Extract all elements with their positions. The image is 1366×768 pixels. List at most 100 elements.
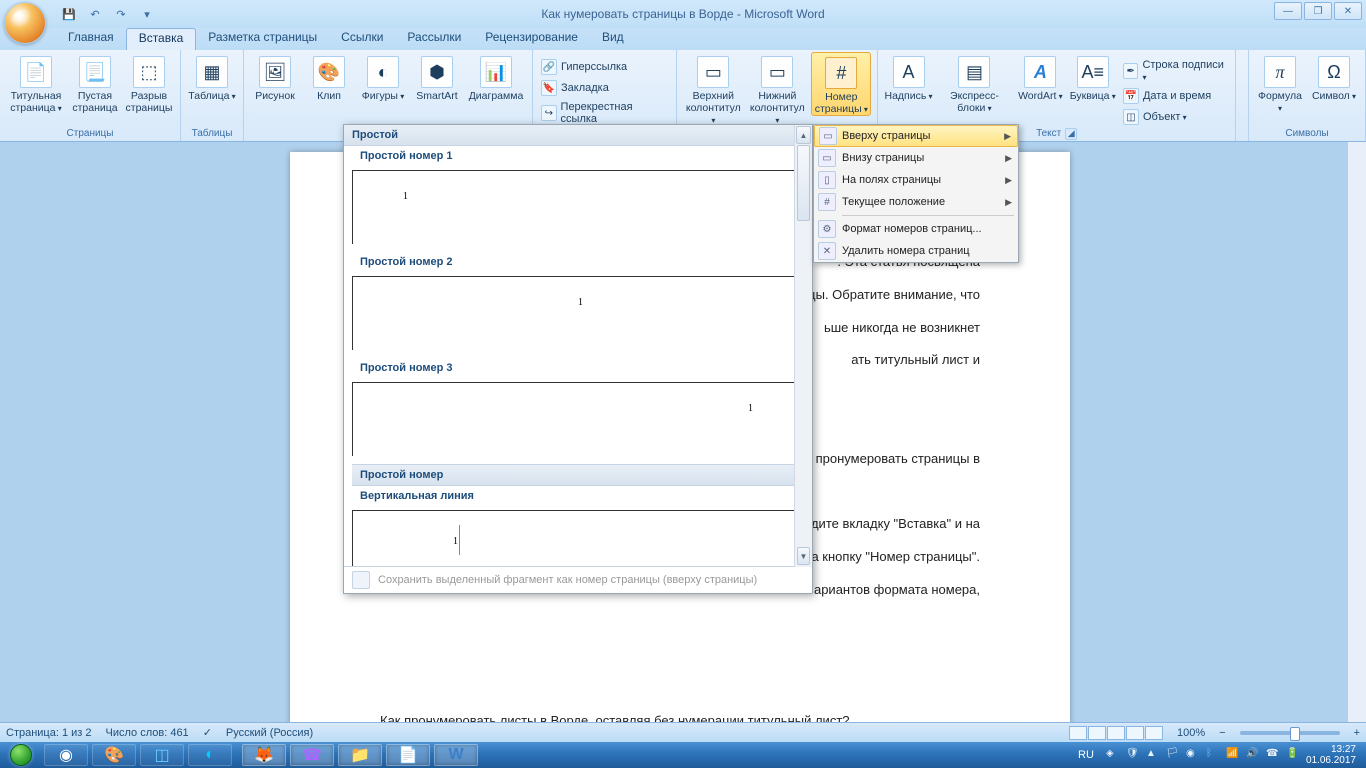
scroll-up-icon[interactable]: ▲ [796,126,811,144]
taskbar-word[interactable]: W [434,744,478,766]
menu-format-page-numbers[interactable]: ⚙Формат номеров страниц... [814,218,1018,240]
menu-page-margins[interactable]: ▯На полях страницы▶ [814,169,1018,191]
datetime-button[interactable]: 📅Дата и время [1121,87,1229,105]
close-button[interactable]: ✕ [1334,2,1362,20]
tab-insert[interactable]: Вставка [126,28,197,50]
page-break-icon: ⬚ [133,56,165,88]
view-print-layout[interactable] [1069,726,1087,740]
view-web-layout[interactable] [1107,726,1125,740]
object-button[interactable]: ◫Объект [1121,108,1229,126]
tab-mailings[interactable]: Рассылки [395,28,473,50]
page-margins-icon: ▯ [818,171,836,189]
taskbar-app2[interactable]: ◐ [188,744,232,766]
gallery-item-3[interactable]: 1 [352,382,804,456]
gallery-item-1[interactable]: 1 [352,170,804,244]
dropcap-button[interactable]: A≡Буквица [1069,52,1117,102]
maximize-button[interactable]: ❐ [1304,2,1332,20]
shapes-button[interactable]: ◐Фигуры [358,52,408,102]
taskbar-explorer[interactable]: 📁 [338,744,382,766]
proofing-icon[interactable]: ✓ [203,726,212,739]
language-indicator[interactable]: RU [1072,749,1100,761]
cover-page-button[interactable]: 📄Титульная страница [6,52,66,114]
quickparts-button[interactable]: ▤Экспресс-блоки [937,52,1012,114]
zoom-in-button[interactable]: + [1354,727,1360,739]
view-outline[interactable] [1126,726,1144,740]
network-icon[interactable]: 📶 [1226,748,1240,762]
page-number-button[interactable]: #Номер страницы [811,52,871,116]
tab-home[interactable]: Главная [56,28,126,50]
minimize-button[interactable]: — [1274,2,1302,20]
tab-layout[interactable]: Разметка страницы [196,28,329,50]
wordart-button[interactable]: AWordArt [1016,52,1064,102]
taskbar-app1[interactable]: ◫ [140,744,184,766]
tray-icon[interactable]: 🛡 [1126,748,1140,762]
symbol-button[interactable]: ΩСимвол [1309,52,1359,102]
header-button[interactable]: ▭Верхний колонтитул [683,52,743,126]
crossref-button[interactable]: ↪Перекрестная ссылка [539,100,670,126]
taskbar-firefox[interactable]: 🦊 [242,744,286,766]
bookmark-icon: 🔖 [541,80,557,96]
status-words[interactable]: Число слов: 461 [106,727,189,739]
hyperlink-button[interactable]: 🔗Гиперссылка [539,58,670,76]
gallery-item-2[interactable]: 1 [352,276,804,350]
zoom-slider[interactable] [1240,731,1340,735]
textbox-button[interactable]: AНадпись [884,52,932,102]
taskbar-chrome[interactable]: ◉ [44,744,88,766]
power-icon[interactable]: 🔋 [1286,748,1300,762]
clipart-button[interactable]: 🎨Клип [304,52,354,102]
equation-button[interactable]: πФормула [1255,52,1305,114]
page-break-button[interactable]: ⬚Разрыв страницы [124,52,174,114]
tab-review[interactable]: Рецензирование [473,28,590,50]
tray-icon[interactable]: 🏳 [1166,748,1180,762]
taskbar-paint[interactable]: 🎨 [92,744,136,766]
menu-remove-page-numbers[interactable]: ✕Удалить номера страниц [814,240,1018,262]
zoom-level[interactable]: 100% [1177,727,1205,739]
signature-line-button[interactable]: ✒Строка подписи [1121,58,1229,84]
volume-icon[interactable]: 🔊 [1246,748,1260,762]
footer-button[interactable]: ▭Нижний колонтитул [747,52,807,126]
tray-icon[interactable]: ☎ [1266,748,1280,762]
smartart-icon: ⬢ [421,56,453,88]
bluetooth-icon[interactable]: ᛒ [1206,748,1220,762]
header-icon: ▭ [697,56,729,88]
menu-top-of-page[interactable]: ▭Вверху страницы▶ [814,125,1018,147]
menu-bottom-of-page[interactable]: ▭Внизу страницы▶ [814,147,1018,169]
taskbar-notepad[interactable]: 📄 [386,744,430,766]
table-button[interactable]: ▦Таблица [187,52,237,102]
page-number-menu: ▭Вверху страницы▶ ▭Внизу страницы▶ ▯На п… [813,124,1019,263]
blank-page-button[interactable]: 📃Пустая страница [70,52,120,114]
vertical-scrollbar[interactable] [1348,142,1366,722]
scroll-down-icon[interactable]: ▼ [797,547,810,565]
tray-icon[interactable]: ◈ [1106,748,1120,762]
scroll-thumb[interactable] [797,145,810,221]
chart-button[interactable]: 📊Диаграмма [466,52,526,102]
bookmark-button[interactable]: 🔖Закладка [539,79,670,97]
office-button[interactable] [4,2,46,44]
undo-icon[interactable]: ↶ [84,3,106,25]
save-icon[interactable]: 💾 [58,3,80,25]
view-full-screen[interactable] [1088,726,1106,740]
menu-current-position[interactable]: #Текущее положение▶ [814,191,1018,213]
redo-icon[interactable]: ↷ [110,3,132,25]
status-language[interactable]: Русский (Россия) [226,727,313,739]
tray-icon[interactable]: ◉ [1186,748,1200,762]
tray-icon[interactable]: ▲ [1146,748,1160,762]
statusbar: Страница: 1 из 2 Число слов: 461 ✓ Русск… [0,722,1366,742]
text-dialog-launcher[interactable]: ◢ [1065,128,1077,140]
tab-references[interactable]: Ссылки [329,28,395,50]
view-draft[interactable] [1145,726,1163,740]
clock[interactable]: 13:27 01.06.2017 [1306,744,1360,766]
status-page[interactable]: Страница: 1 из 2 [6,727,92,739]
gallery-item-4[interactable]: 1 [352,510,804,566]
start-button[interactable] [0,742,42,768]
textbox-icon: A [893,56,925,88]
qat-customize-icon[interactable]: ▾ [136,3,158,25]
smartart-button[interactable]: ⬢SmartArt [412,52,462,102]
taskbar-viber[interactable]: ☎ [290,744,334,766]
quickparts-icon: ▤ [958,56,990,88]
tab-view[interactable]: Вид [590,28,636,50]
footer-icon: ▭ [761,56,793,88]
picture-button[interactable]: 🖼Рисунок [250,52,300,102]
gallery-scrollbar[interactable]: ▲ ▼ [794,125,812,567]
zoom-out-button[interactable]: − [1219,727,1225,739]
